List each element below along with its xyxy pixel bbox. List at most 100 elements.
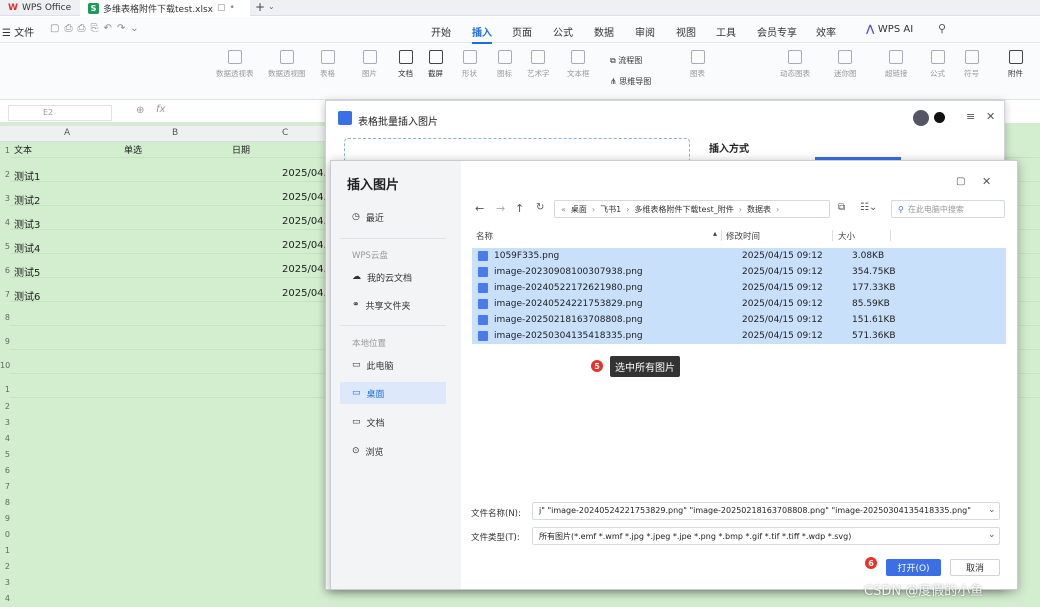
- shape-button[interactable]: 形状: [462, 50, 477, 79]
- menu-insert[interactable]: 插入: [472, 24, 492, 44]
- close-icon[interactable]: ✕: [982, 175, 991, 188]
- row-number[interactable]: 2: [0, 562, 10, 571]
- icon-button[interactable]: 图标: [497, 50, 512, 79]
- row-number[interactable]: 4: [0, 218, 10, 227]
- breadcrumb-overflow-icon[interactable]: «: [561, 205, 566, 214]
- drop-zone[interactable]: [344, 138, 690, 160]
- breadcrumb-item[interactable]: 数据表: [747, 204, 771, 215]
- row-number[interactable]: 4: [0, 434, 10, 443]
- column-header-b[interactable]: B: [172, 128, 178, 142]
- nav-this-pc[interactable]: ▭ 此电脑: [340, 354, 446, 376]
- row-number[interactable]: 5: [0, 450, 10, 459]
- new-folder-icon[interactable]: ⧉: [838, 202, 845, 213]
- tab-restore-icon[interactable]: ▢: [217, 3, 226, 13]
- back-arrow-icon[interactable]: ←: [475, 202, 484, 215]
- menu-icon[interactable]: ≡: [966, 110, 975, 123]
- path-breadcrumb[interactable]: « 桌面 › 飞书1 › 多维表格附件下载test_附件 › 数据表 ›: [554, 200, 830, 218]
- zoom-icon[interactable]: ⊕: [136, 105, 144, 116]
- nav-recent[interactable]: ◷ 最近: [340, 206, 446, 228]
- symbol-button[interactable]: 符号: [964, 50, 979, 79]
- column-header-size[interactable]: 大小: [838, 230, 855, 242]
- row-number[interactable]: 8: [0, 313, 10, 322]
- header-cell-text[interactable]: 文本: [14, 143, 32, 156]
- cell-c3[interactable]: 2025/04.: [282, 192, 327, 203]
- menu-tools[interactable]: 工具: [716, 24, 736, 39]
- chart-button[interactable]: 图表: [690, 50, 705, 79]
- sparkline-button[interactable]: 迷你图: [834, 50, 857, 79]
- maximize-icon[interactable]: ▢: [956, 176, 965, 187]
- nav-browse[interactable]: ⊙ 浏览: [340, 440, 446, 462]
- row-number[interactable]: 3: [0, 194, 10, 203]
- header-cell-single[interactable]: 单选: [124, 143, 142, 156]
- column-divider[interactable]: [832, 230, 833, 241]
- cancel-button[interactable]: 取消: [950, 559, 1000, 576]
- row-number[interactable]: 3: [0, 418, 10, 427]
- row-number[interactable]: 6: [0, 266, 10, 275]
- document-button[interactable]: 文档: [398, 50, 413, 79]
- row-number[interactable]: 10: [0, 361, 10, 370]
- breadcrumb-item[interactable]: 飞书1: [600, 204, 621, 215]
- up-arrow-icon[interactable]: ↑: [515, 202, 524, 215]
- breadcrumb-item[interactable]: 桌面: [571, 204, 587, 215]
- view-toggle-icon[interactable]: ☷⌄: [860, 202, 877, 213]
- cell-c2[interactable]: 2025/04.: [282, 168, 327, 179]
- menu-formula[interactable]: 公式: [553, 24, 573, 39]
- flowchart-button[interactable]: ⧉ 流程图: [610, 55, 642, 66]
- cell-c6[interactable]: 2025/04.: [282, 264, 327, 275]
- wps-ai-button[interactable]: ⋀ WPS AI: [866, 24, 913, 35]
- filetype-select[interactable]: 所有图片(*.emf *.wmf *.jpg *.jpeg *.jpe *.pn…: [532, 527, 1000, 545]
- forward-arrow-icon[interactable]: →: [496, 202, 505, 215]
- column-header-modified[interactable]: 修改时间: [726, 230, 760, 242]
- row-number[interactable]: 6: [0, 466, 10, 475]
- menu-review[interactable]: 审阅: [635, 24, 655, 39]
- attachment-button[interactable]: 附件: [1008, 50, 1023, 79]
- file-row[interactable]: image-20240524221753829.png 2025/04/15 09…: [472, 296, 1006, 312]
- nav-desktop[interactable]: ▭ 桌面: [340, 382, 446, 404]
- textbox-button[interactable]: 文本框: [567, 50, 590, 79]
- row-number[interactable]: 9: [0, 337, 10, 346]
- column-divider[interactable]: [890, 230, 891, 241]
- menu-data[interactable]: 数据: [594, 24, 614, 39]
- menu-view[interactable]: 视图: [676, 24, 696, 39]
- wordart-button[interactable]: 艺术字: [527, 50, 550, 79]
- open-button[interactable]: 打开(O): [886, 559, 941, 576]
- tab-dropdown-icon[interactable]: ⌄: [268, 2, 275, 11]
- row-number[interactable]: 7: [0, 482, 10, 491]
- pivot-table-button[interactable]: 数据透视表: [216, 50, 254, 79]
- search-icon[interactable]: ⚲: [938, 22, 946, 35]
- cell-c4[interactable]: 2025/04.: [282, 216, 327, 227]
- avatar[interactable]: [913, 110, 929, 126]
- row-number[interactable]: 1: [0, 146, 10, 155]
- wps-home-tab[interactable]: W WPS Office: [0, 0, 78, 16]
- row-number[interactable]: 1: [0, 385, 10, 394]
- cell-c7[interactable]: 2025/04.: [282, 288, 327, 299]
- nav-shared-folder[interactable]: ⚭ 共享文件夹: [340, 294, 446, 316]
- new-tab-button[interactable]: +: [255, 0, 265, 14]
- refresh-icon[interactable]: ↻: [536, 202, 544, 213]
- breadcrumb-item[interactable]: 多维表格附件下载test_附件: [634, 204, 733, 215]
- row-number[interactable]: 5: [0, 242, 10, 251]
- picture-button[interactable]: 图片: [362, 50, 377, 79]
- column-header-name[interactable]: 名称: [476, 230, 493, 242]
- menu-efficiency[interactable]: 效率: [816, 24, 836, 39]
- name-box[interactable]: E2: [8, 105, 112, 121]
- file-row[interactable]: image-20250218163708808.png 2025/04/15 09…: [472, 312, 1006, 328]
- file-row[interactable]: image-20230908100307938.png 2025/04/15 09…: [472, 264, 1006, 280]
- row-number[interactable]: 8: [0, 498, 10, 507]
- nav-my-cloud-docs[interactable]: ☁ 我的云文档: [340, 266, 446, 288]
- row-number[interactable]: 2: [0, 170, 10, 179]
- row-number[interactable]: 1: [0, 546, 10, 555]
- equation-button[interactable]: 公式: [930, 50, 945, 79]
- menu-page[interactable]: 页面: [512, 24, 532, 39]
- mindmap-button[interactable]: ⋔ 思维导图: [610, 76, 651, 87]
- fx-icon[interactable]: fx: [156, 104, 165, 115]
- search-field[interactable]: ⚲ 在此电脑中搜索: [891, 200, 1005, 218]
- row-number[interactable]: 4: [0, 594, 10, 603]
- table-button[interactable]: 表格: [320, 50, 335, 79]
- file-row[interactable]: 1059F335.png 2025/04/15 09:12 3.08KB: [472, 248, 1006, 264]
- menu-member[interactable]: 会员专享: [757, 24, 797, 39]
- chevron-down-icon[interactable]: ⌄: [988, 505, 996, 515]
- chevron-down-icon[interactable]: ⌄: [988, 530, 996, 540]
- tab-dot-icon[interactable]: •: [230, 3, 235, 13]
- nav-documents[interactable]: ▭ 文档: [340, 411, 446, 433]
